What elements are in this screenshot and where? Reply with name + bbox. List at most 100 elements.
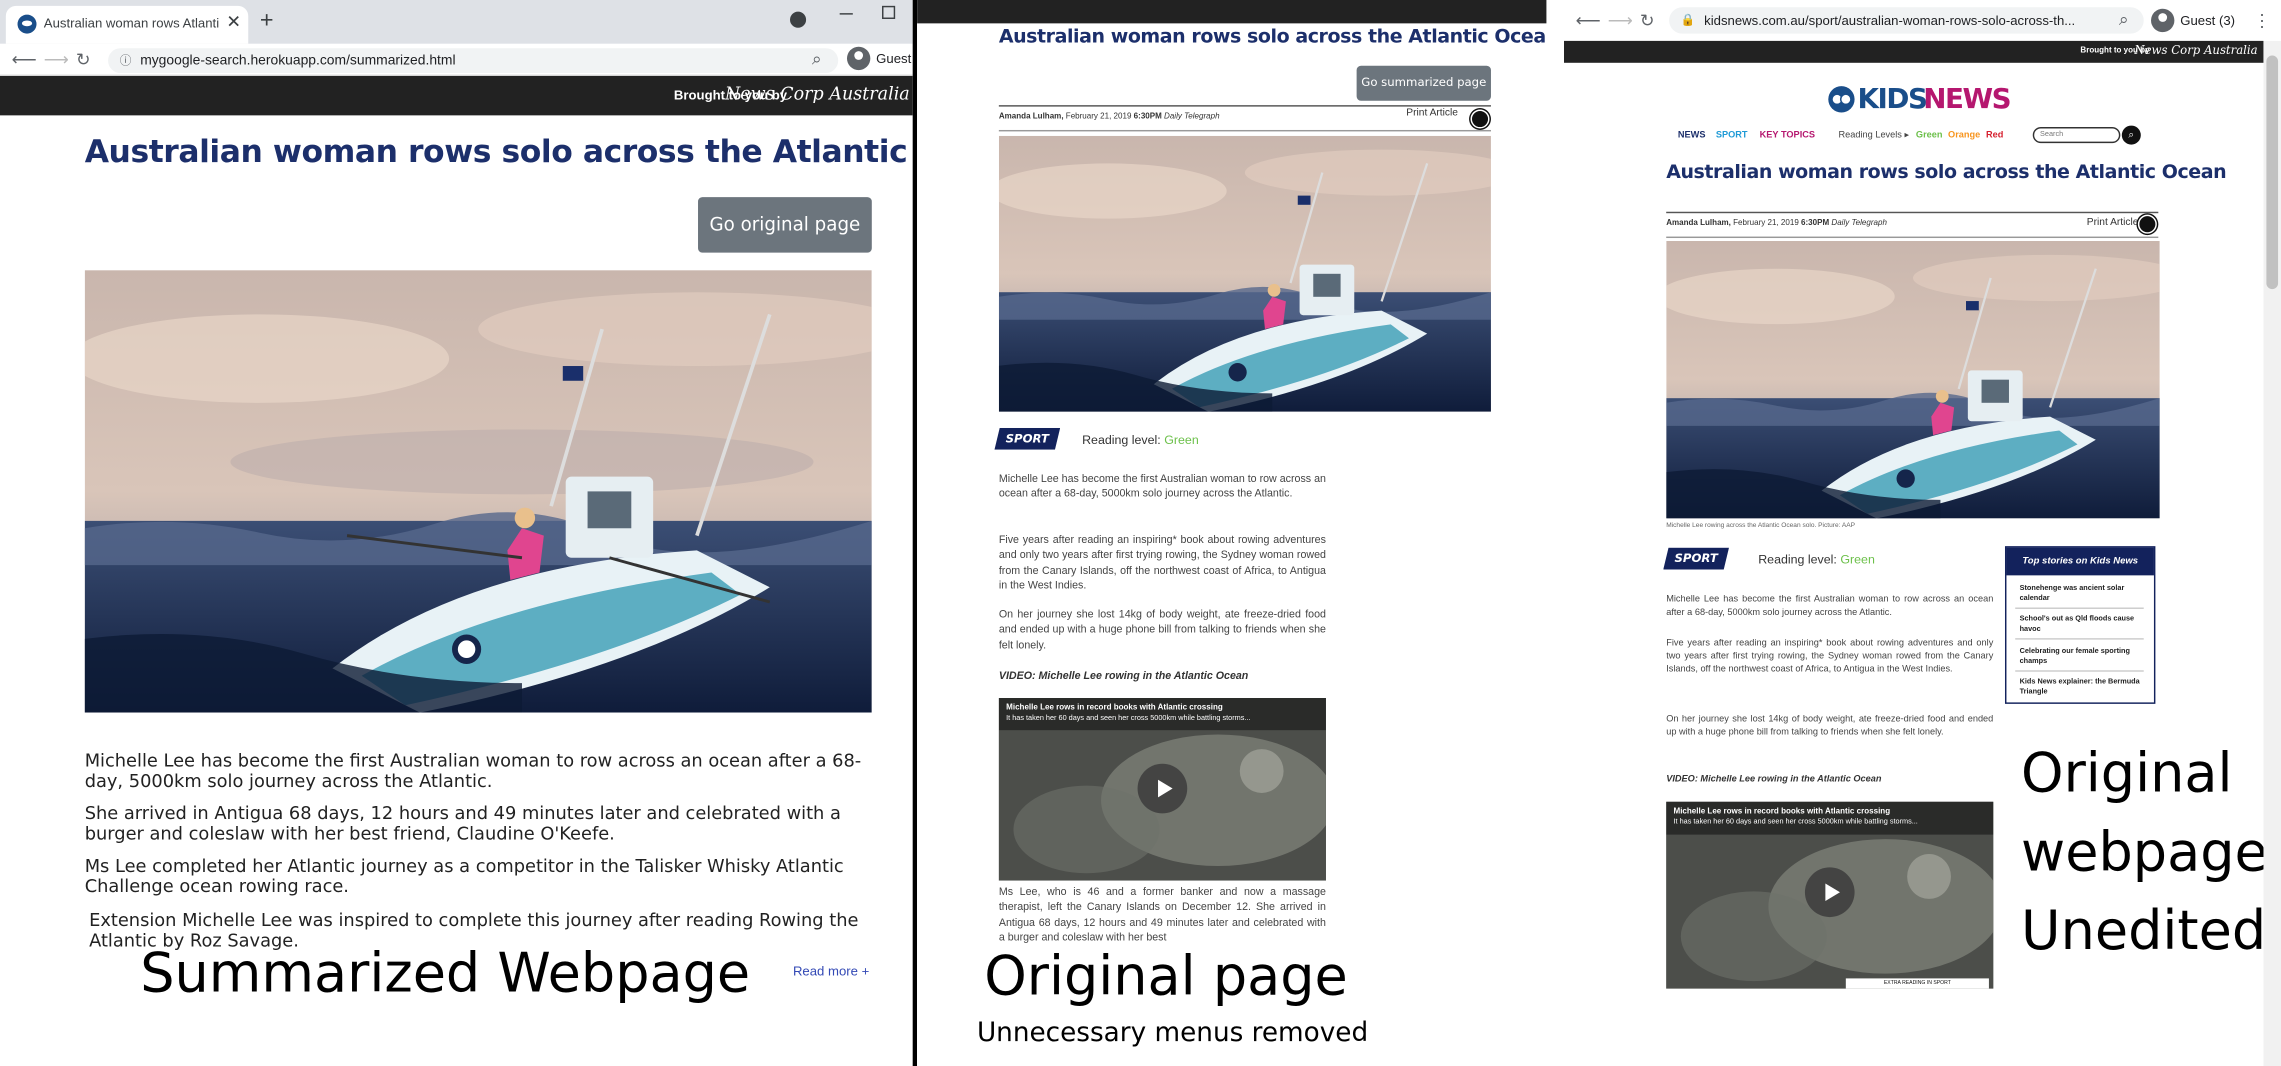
article-paragraph: Ms Lee, who is 46 and a former banker an…: [998, 884, 1326, 944]
browser-tab-strip: Australian woman rows Atlantic | ✕ +: [0, 0, 913, 44]
reload-icon[interactable]: ↻: [76, 50, 91, 70]
info-icon[interactable]: ⓘ: [120, 53, 132, 69]
zoom-icon[interactable]: ⌕: [2119, 9, 2129, 31]
profile-avatar-icon[interactable]: [2151, 8, 2175, 33]
summarized-panel: Australian woman rows Atlantic | ✕ + ⟵ ⟶…: [0, 0, 913, 1066]
logo-kids[interactable]: KIDS: [1858, 83, 1928, 115]
top-story-link[interactable]: Celebrating our female sporting champs: [2020, 647, 2149, 666]
level-red[interactable]: Red: [1986, 130, 2003, 140]
original-label-line1: Original: [2021, 741, 2233, 805]
minimize-icon[interactable]: [839, 13, 853, 15]
nav-key-topics[interactable]: KEY TOPICS: [1760, 130, 1815, 140]
news-corp-bar: Brought to you by News Corp Australia: [1563, 40, 2264, 63]
photo-caption: Michelle Lee rowing across the Atlantic …: [1666, 521, 1856, 529]
print-article-link[interactable]: Print Article: [1406, 108, 1458, 118]
article-photo: [84, 270, 872, 713]
video-player[interactable]: Michelle Lee rows in record books with A…: [998, 698, 1326, 881]
video-heading: VIDEO: Michelle Lee rowing in the Atlant…: [998, 668, 1249, 682]
original-label-line2: webpage: [2021, 820, 2268, 884]
divider: [2015, 607, 2144, 609]
news-corp-logo: News Corp Australia: [2134, 43, 2258, 57]
divider: [2015, 638, 2144, 640]
video-title: Michelle Lee rows in record books with A…: [1673, 807, 1891, 817]
composite-screenshot: Australian woman rows Atlantic | ✕ + ⟵ ⟶…: [0, 0, 2281, 1066]
page-title: Australian woman rows solo across the At…: [998, 26, 1547, 49]
profile-label: Guest (3): [2180, 13, 2236, 28]
top-story-link[interactable]: School's out as Qld floods cause havoc: [2020, 615, 2149, 634]
scrollbar-thumb[interactable]: [2266, 55, 2279, 290]
back-arrow-icon[interactable]: ⟵: [12, 50, 37, 70]
go-original-page-button[interactable]: Go original page: [698, 197, 872, 253]
author: Amanda Lulham,: [1666, 219, 1731, 228]
profile-avatar-icon[interactable]: [846, 46, 871, 71]
byline: Amanda Lulham, February 21, 2019 6:30PM …: [1666, 219, 1887, 228]
news-corp-logo: News Corp Australia: [724, 83, 910, 104]
play-icon[interactable]: [1137, 763, 1188, 814]
url-omnibox[interactable]: 🔒 kidsnews.com.au/sport/australian-woman…: [1669, 7, 2144, 34]
article-paragraph: Michelle Lee has become the first Austra…: [1666, 594, 1994, 618]
print-article-link[interactable]: Print Article: [2087, 218, 2139, 228]
browser-tab[interactable]: Australian woman rows Atlantic | ✕: [5, 5, 249, 44]
play-icon[interactable]: [1804, 867, 1855, 918]
page-title: Australian woman rows solo across the At…: [1666, 162, 2227, 184]
new-tab-button[interactable]: +: [260, 9, 274, 35]
scrollbar[interactable]: [2263, 40, 2281, 1066]
nav-news[interactable]: NEWS: [1678, 130, 1706, 140]
print-icon[interactable]: [1470, 109, 1490, 129]
top-bar: [917, 0, 1547, 24]
original-page-cleaned-panel: Australian woman rows solo across the At…: [917, 0, 1547, 1066]
video-footer[interactable]: EXTRA READING IN SPORT: [1845, 978, 1989, 989]
original-webpage-panel: ⟵ ⟶ ↻ 🔒 kidsnews.com.au/sport/australian…: [1563, 0, 2281, 1066]
read-more-link[interactable]: Read more +: [793, 964, 869, 979]
reading-level-label: Reading level:: [1758, 551, 1837, 567]
top-stories-box: Top stories on Kids News Stonehenge was …: [2004, 546, 2156, 704]
reading-level-label: Reading level:: [1082, 432, 1161, 447]
search-input[interactable]: Search: [2032, 127, 2121, 144]
original-label-line3: Unedited: [2021, 899, 2267, 963]
url-text: kidsnews.com.au/sport/australian-woman-r…: [1704, 13, 2076, 28]
level-green[interactable]: Green: [1916, 130, 1943, 140]
url-omnibox[interactable]: ⓘ mygoogle-search.herokuapp.com/summariz…: [108, 48, 839, 74]
nav-sport[interactable]: SPORT: [1716, 130, 1748, 140]
author: Amanda Lulham,: [998, 112, 1064, 122]
search-icon[interactable]: ⌕: [2121, 125, 2141, 145]
video-subtitle: It has taken her 60 days and seen her cr…: [1006, 714, 1251, 723]
address-bar: ⟵ ⟶ ↻ 🔒 kidsnews.com.au/sport/australian…: [1563, 0, 2281, 41]
unnecessary-menus-removed-label: Unnecessary menus removed: [976, 1017, 1369, 1049]
print-icon[interactable]: [2137, 214, 2157, 234]
original-page-label: Original page: [984, 944, 1348, 1008]
kids-news-owl-icon[interactable]: [1828, 86, 1855, 113]
top-story-link[interactable]: Stonehenge was ancient solar calendar: [2020, 584, 2149, 603]
tab-close-icon[interactable]: ✕: [226, 12, 241, 32]
address-bar: ⟵ ⟶ ↻ ⓘ mygoogle-search.herokuapp.com/su…: [0, 43, 913, 76]
go-summarized-page-button[interactable]: Go summarized page: [1356, 65, 1491, 101]
page-title: Australian woman rows solo across the At…: [84, 134, 913, 171]
article-paragraph: Five years after reading an inspiring* b…: [998, 533, 1326, 592]
back-arrow-icon[interactable]: ⟵: [1576, 10, 1601, 30]
rule: [998, 105, 1491, 107]
reading-level-value[interactable]: Green: [1164, 432, 1198, 447]
video-player[interactable]: Michelle Lee rows in record books with A…: [1666, 801, 1994, 989]
sport-badge[interactable]: SPORT: [1663, 547, 1729, 570]
lock-icon[interactable]: 🔒: [1681, 13, 1696, 26]
level-orange[interactable]: Orange: [1948, 130, 1980, 140]
time: 6:30PM: [1133, 112, 1162, 122]
logo-news[interactable]: NEWS: [1923, 83, 2011, 115]
publication: Daily Telegraph: [1831, 219, 1887, 228]
article-paragraph: Michelle Lee has become the first Austra…: [998, 471, 1326, 500]
forward-arrow-icon[interactable]: ⟶: [44, 50, 69, 70]
menu-kebab-icon[interactable]: ⋮: [2253, 10, 2271, 30]
summary-paragraph: Ms Lee completed her Atlantic journey as…: [84, 855, 844, 897]
reload-icon[interactable]: ↻: [1640, 10, 1655, 30]
reading-level-value[interactable]: Green: [1840, 552, 1874, 567]
profile-label: Guest: [876, 51, 912, 66]
sport-badge[interactable]: SPORT: [994, 427, 1061, 450]
video-heading: VIDEO: Michelle Lee rowing in the Atlant…: [1666, 773, 1882, 785]
maximize-icon[interactable]: [882, 5, 896, 19]
reading-level: Reading level: Green: [1758, 552, 1875, 567]
zoom-icon[interactable]: ⌕: [812, 48, 822, 70]
top-stories-title: Top stories on Kids News: [2006, 547, 2154, 576]
top-story-link[interactable]: Kids News explainer: the Bermuda Triangl…: [2020, 678, 2149, 697]
tab-search-icon[interactable]: [790, 11, 807, 28]
forward-arrow-icon[interactable]: ⟶: [1608, 10, 1633, 30]
